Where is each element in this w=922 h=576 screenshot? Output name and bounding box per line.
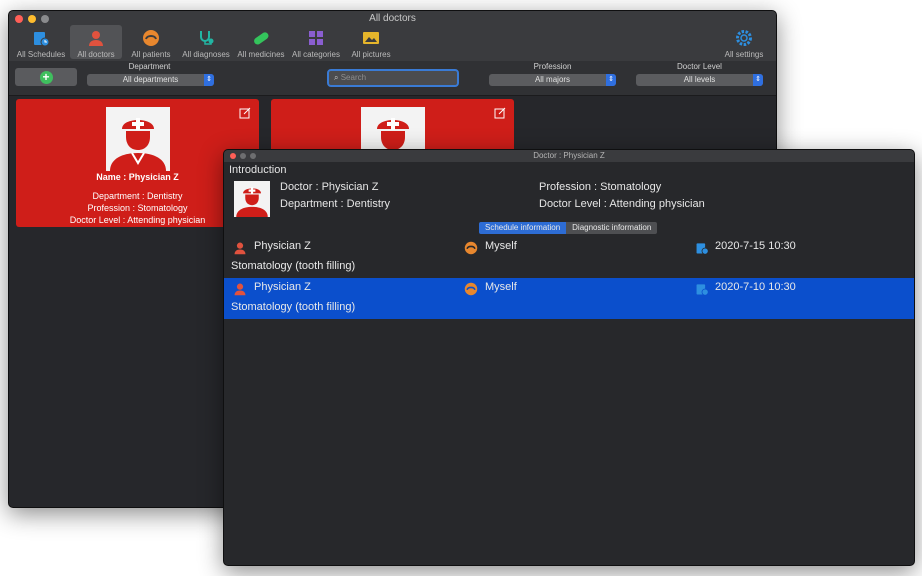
schedule-row[interactable]: Physician Z Myself 2020-7-15 10:30 Stoma… <box>224 237 914 278</box>
category-icon <box>309 31 323 45</box>
window-title: All doctors <box>369 13 416 24</box>
level-select[interactable]: All levels ⇕ <box>636 74 763 86</box>
patient-icon <box>464 282 478 296</box>
doctor-icon <box>89 31 103 46</box>
profession-value: All majors <box>534 75 571 84</box>
toolbar-all-schedules[interactable]: All Schedules <box>15 25 67 59</box>
chevron-updown-icon: ⇕ <box>606 74 616 86</box>
profession-select[interactable]: All majors ⇕ <box>489 74 616 86</box>
info-department: Department : Dentistry <box>280 198 391 210</box>
gear-icon <box>736 30 752 46</box>
edit-icon[interactable] <box>239 107 251 119</box>
row-patient: Myself <box>485 240 517 252</box>
info-profession: Profession : Stomatology <box>539 181 662 193</box>
level-value: All levels <box>683 75 716 84</box>
info-level: Doctor Level : Attending physician <box>539 198 705 210</box>
row-description: Stomatology (tooth filling) <box>231 260 356 272</box>
toolbar-label: All categories <box>291 50 341 59</box>
toolbar-label: All Schedules <box>16 50 66 59</box>
picture-icon <box>363 32 379 44</box>
department-select[interactable]: All departments ⇕ <box>87 74 214 86</box>
search-input[interactable]: ⌕ Search <box>327 69 459 87</box>
filter-bar: + Department All departments ⇕ ⌕ Search … <box>9 61 776 96</box>
row-doctor: Physician Z <box>254 240 311 252</box>
info-doctor: Doctor : Physician Z <box>280 181 379 193</box>
toolbar-label: All diagnoses <box>182 50 230 59</box>
department-label: Department <box>128 62 171 71</box>
department-value: All departments <box>122 75 179 84</box>
doctor-icon <box>234 242 246 255</box>
profession-label: Profession <box>533 62 572 71</box>
detail-window: Doctor : Physician Z Introduction Doctor… <box>223 149 915 566</box>
row-description: Stomatology (tooth filling) <box>231 301 356 313</box>
row-time: 2020-7-10 10:30 <box>715 281 796 293</box>
patient-icon <box>143 30 159 46</box>
edit-icon[interactable] <box>494 107 506 119</box>
toolbar-all-patients[interactable]: All patients <box>125 25 177 59</box>
add-doctor-button[interactable]: + <box>15 68 77 86</box>
stethoscope-icon <box>200 31 214 45</box>
tab-schedule-information[interactable]: Schedule information <box>479 222 567 234</box>
doctor-icon <box>110 118 166 171</box>
tab-diagnostic-information[interactable]: Diagnostic information <box>566 222 658 234</box>
toolbar-label: All settings <box>724 50 764 59</box>
chevron-updown-icon: ⇕ <box>204 74 214 86</box>
toolbar-label: All doctors <box>77 50 115 59</box>
doctor-info: Doctor : Physician Z Department : Dentis… <box>228 179 910 219</box>
patient-icon <box>464 241 478 255</box>
toolbar: All Schedules All doctors All patients A… <box>15 25 400 59</box>
doctor-icon <box>236 187 268 217</box>
toolbar-all-doctors[interactable]: All doctors <box>70 25 122 59</box>
toolbar-all-categories[interactable]: All categories <box>290 25 342 59</box>
schedule-icon <box>34 32 50 47</box>
toolbar-label: All medicines <box>237 50 285 59</box>
toolbar-all-medicines[interactable]: All medicines <box>235 25 287 59</box>
level-label: Doctor Level <box>677 62 722 71</box>
schedule-icon <box>696 243 709 255</box>
toolbar-label: All pictures <box>351 50 391 59</box>
schedule-icon <box>696 284 709 296</box>
schedule-row-selected[interactable]: Physician Z Myself 2020-7-10 10:30 Stoma… <box>224 278 914 319</box>
toolbar-all-pictures[interactable]: All pictures <box>345 25 397 59</box>
info-tabs: Schedule information Diagnostic informat… <box>479 222 658 234</box>
search-icon: ⌕ <box>334 73 339 82</box>
row-time: 2020-7-15 10:30 <box>715 240 796 252</box>
row-patient: Myself <box>485 281 517 293</box>
chevron-updown-icon: ⇕ <box>753 74 763 86</box>
detail-titlebar: Doctor : Physician Z <box>224 150 914 162</box>
doctor-avatar <box>234 181 270 217</box>
row-doctor: Physician Z <box>254 281 311 293</box>
doctor-avatar <box>106 107 170 171</box>
pill-icon <box>254 32 269 45</box>
toolbar-all-diagnoses[interactable]: All diagnoses <box>180 25 232 59</box>
main-titlebar: All doctors All Schedules All doctors Al… <box>9 11 776 61</box>
search-placeholder: Search <box>340 73 367 82</box>
window-title: Doctor : Physician Z <box>533 151 605 160</box>
introduction-heading: Introduction <box>229 164 287 176</box>
plus-icon: + <box>39 70 53 84</box>
toolbar-label: All patients <box>131 50 171 59</box>
doctor-icon <box>234 283 246 296</box>
toolbar-all-settings[interactable]: All settings <box>718 25 770 59</box>
